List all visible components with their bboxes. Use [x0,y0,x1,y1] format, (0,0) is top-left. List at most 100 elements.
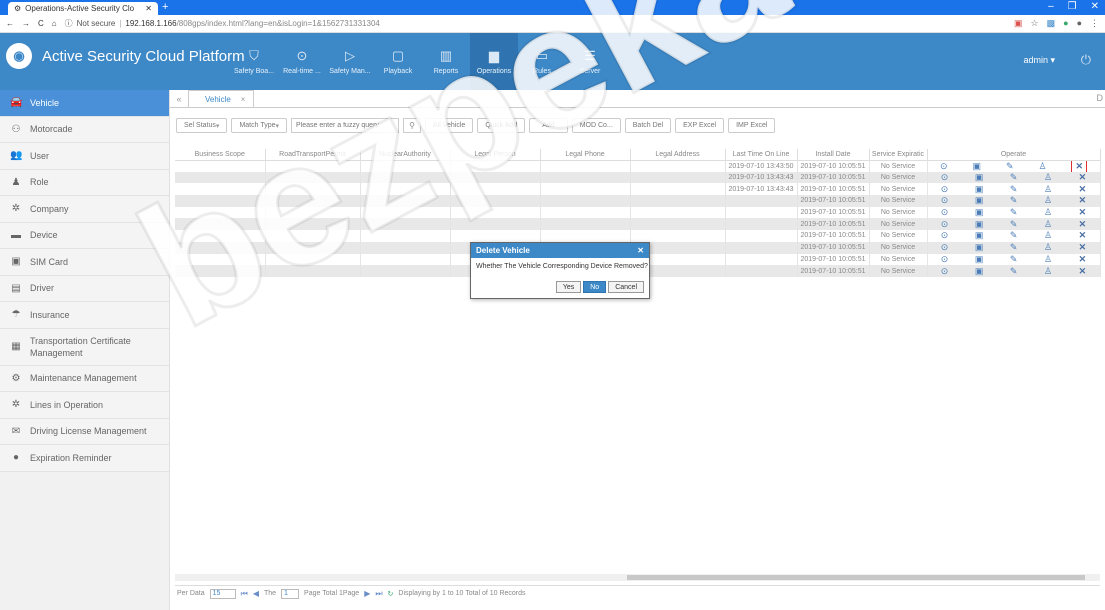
detail-icon[interactable]: ▣ [972,161,981,172]
delete-icon[interactable]: ✕ [1071,160,1088,172]
sidebar-item-lines[interactable]: ✲ Lines in Operation [0,392,169,419]
nav-operations[interactable]: ▆ Operations [470,33,518,90]
edit-icon[interactable]: ✎ [1010,184,1018,195]
minimize-button[interactable]: – [1048,1,1054,12]
no-button[interactable]: No [583,281,607,293]
tab-scroll-left-icon[interactable]: « [170,90,188,107]
edit-icon[interactable]: ✎ [1010,207,1018,218]
table-row[interactable]: 2019-07-10 10:05:51 No Service ⊙ ▣ ✎ ♙ ✕ [175,230,1101,242]
table-row[interactable]: 2019-07-10 13:43:50 2019-07-10 10:05:51 No… [175,160,1101,172]
tab-scroll-right-icon[interactable]: D [1097,93,1104,103]
clock-icon[interactable]: ⊙ [941,195,949,206]
clock-icon[interactable]: ⊙ [941,219,949,230]
edit-icon[interactable]: ✎ [1010,195,1018,206]
detail-icon[interactable]: ▣ [975,219,984,230]
table-row[interactable]: 2019-07-10 10:05:51 No Service ⊙ ▣ ✎ ♙ ✕ [175,206,1101,219]
sidebar-item-company[interactable]: ✲ Company [0,196,169,223]
next-page-icon[interactable]: ▶ [364,589,370,598]
delete-icon[interactable]: ✕ [1079,254,1087,265]
back-icon[interactable]: ← [6,19,14,28]
omnibox[interactable]: ⓘ Not secure | 192.168.1.166/808gps/inde… [65,18,1006,29]
sidebar-item-insurance[interactable]: ☂ Insurance [0,302,169,329]
close-icon[interactable]: × [241,95,246,104]
column-header[interactable]: Legal Address [630,149,726,161]
nav-safety-board[interactable]: ⛉ Safety Boa... [230,33,278,90]
nav-realtime[interactable]: ⊙ Real-time ... [278,33,326,90]
nav-playback[interactable]: ▢ Playback [374,33,422,90]
table-row[interactable]: 2019-07-10 10:05:51 No Service ⊙ ▣ ✎ ♙ ✕ [175,195,1101,207]
table-row[interactable]: 2019-07-10 13:43:43 2019-07-10 10:05:51 No… [175,183,1101,196]
column-header[interactable]: Legal Person [450,149,541,161]
assign-user-icon[interactable]: ♙ [1044,195,1052,206]
search-input[interactable] [291,118,400,133]
column-header[interactable]: Service Expiratic [869,149,928,161]
edit-icon[interactable]: ✎ [1010,230,1018,241]
tab-vehicle[interactable]: Vehicle × [188,90,255,107]
edit-icon[interactable]: ✎ [1006,161,1014,172]
bookmark-star-icon[interactable]: ☆ [1031,18,1039,29]
scrollbar-thumb[interactable] [627,575,1085,580]
page-input[interactable] [281,588,300,599]
match-type-dropdown[interactable]: Match Type [231,118,288,133]
detail-icon[interactable]: ▣ [975,195,984,206]
detail-icon[interactable]: ▣ [975,230,984,241]
power-icon[interactable]: ⏻ [1081,52,1091,68]
assign-user-icon[interactable]: ♙ [1044,207,1052,218]
clock-icon[interactable]: ⊙ [941,254,949,265]
sidebar-item-device[interactable]: ▬ Device [0,222,169,249]
assign-user-icon[interactable]: ♙ [1044,219,1052,230]
cancel-button[interactable]: Cancel [608,281,644,293]
sidebar-item-driving-license[interactable]: ✉ Driving License Management [0,418,169,445]
delete-icon[interactable]: ✕ [1079,230,1087,241]
sidebar-item-maintenance[interactable]: ⚙ Maintenance Management [0,365,169,392]
mod-company-button[interactable]: MOD Co... [571,118,621,133]
sidebar-item-sim-card[interactable]: ▣ SIM Card [0,249,169,276]
last-page-icon[interactable]: ⏭ [375,589,382,599]
close-icon[interactable]: ✕ [637,246,644,255]
extension-green-icon[interactable]: ● [1063,18,1068,29]
column-header[interactable]: RoadTransportPermit [265,149,361,161]
tab-close-icon[interactable]: ✕ [145,4,152,13]
nav-rules[interactable]: ▭ Rules [518,33,566,90]
refresh-icon[interactable]: ↻ [388,590,394,598]
assign-user-icon[interactable]: ♙ [1044,230,1052,241]
all-vehicle-button[interactable]: All Vehicle [425,118,474,133]
column-header[interactable]: Last Time On Line [725,149,798,161]
browser-tab[interactable]: ⚙ Operations-Active Security Clo ✕ [8,2,158,15]
prev-page-icon[interactable]: ◀ [253,589,259,598]
first-page-icon[interactable]: ⏮ [241,589,248,599]
delete-icon[interactable]: ✕ [1079,172,1087,183]
edit-icon[interactable]: ✎ [1010,266,1018,277]
assign-user-icon[interactable]: ♙ [1044,242,1052,253]
close-window-button[interactable]: ✕ [1091,1,1099,12]
detail-icon[interactable]: ▣ [975,266,984,277]
assign-user-icon[interactable]: ♙ [1044,184,1052,195]
sidebar-item-driver[interactable]: ▤ Driver [0,275,169,302]
table-row[interactable]: 2019-07-10 13:43:43 2019-07-10 10:05:51 No… [175,171,1101,184]
clock-icon[interactable]: ⊙ [941,230,949,241]
edit-icon[interactable]: ✎ [1010,254,1018,265]
clock-icon[interactable]: ⊙ [941,266,949,277]
sidebar-item-transportation-certificate[interactable]: ▦ Transportation Certificate Management [0,328,169,366]
detail-icon[interactable]: ▣ [975,184,984,195]
profile-icon[interactable]: ● [1077,18,1082,29]
assign-user-icon[interactable]: ♙ [1044,266,1052,277]
assign-user-icon[interactable]: ♙ [1044,254,1052,265]
quick-add-button[interactable]: Quick Add [477,118,526,133]
clock-icon[interactable]: ⊙ [941,242,949,253]
table-row[interactable]: 2019-07-10 10:05:51 No Service ⊙ ▣ ✎ ♙ ✕ [175,218,1101,231]
add-button[interactable]: Add [529,118,568,133]
clock-icon[interactable]: ⊙ [941,207,949,218]
yes-button[interactable]: Yes [555,281,582,293]
sidebar-item-motorcade[interactable]: ⚇ Motorcade [0,116,169,143]
delete-icon[interactable]: ✕ [1079,266,1087,277]
per-data-select[interactable] [209,588,236,599]
sel-status-dropdown[interactable]: Sel Status [176,118,228,133]
detail-icon[interactable]: ▣ [975,254,984,265]
clock-icon[interactable]: ⊙ [940,161,948,172]
sidebar-item-vehicle[interactable]: 🚘 Vehicle [0,90,169,117]
assign-user-icon[interactable]: ♙ [1044,172,1052,183]
nav-server[interactable]: ☰ Server [566,33,614,90]
delete-icon[interactable]: ✕ [1079,242,1087,253]
maximize-button[interactable]: ❐ [1068,1,1077,12]
